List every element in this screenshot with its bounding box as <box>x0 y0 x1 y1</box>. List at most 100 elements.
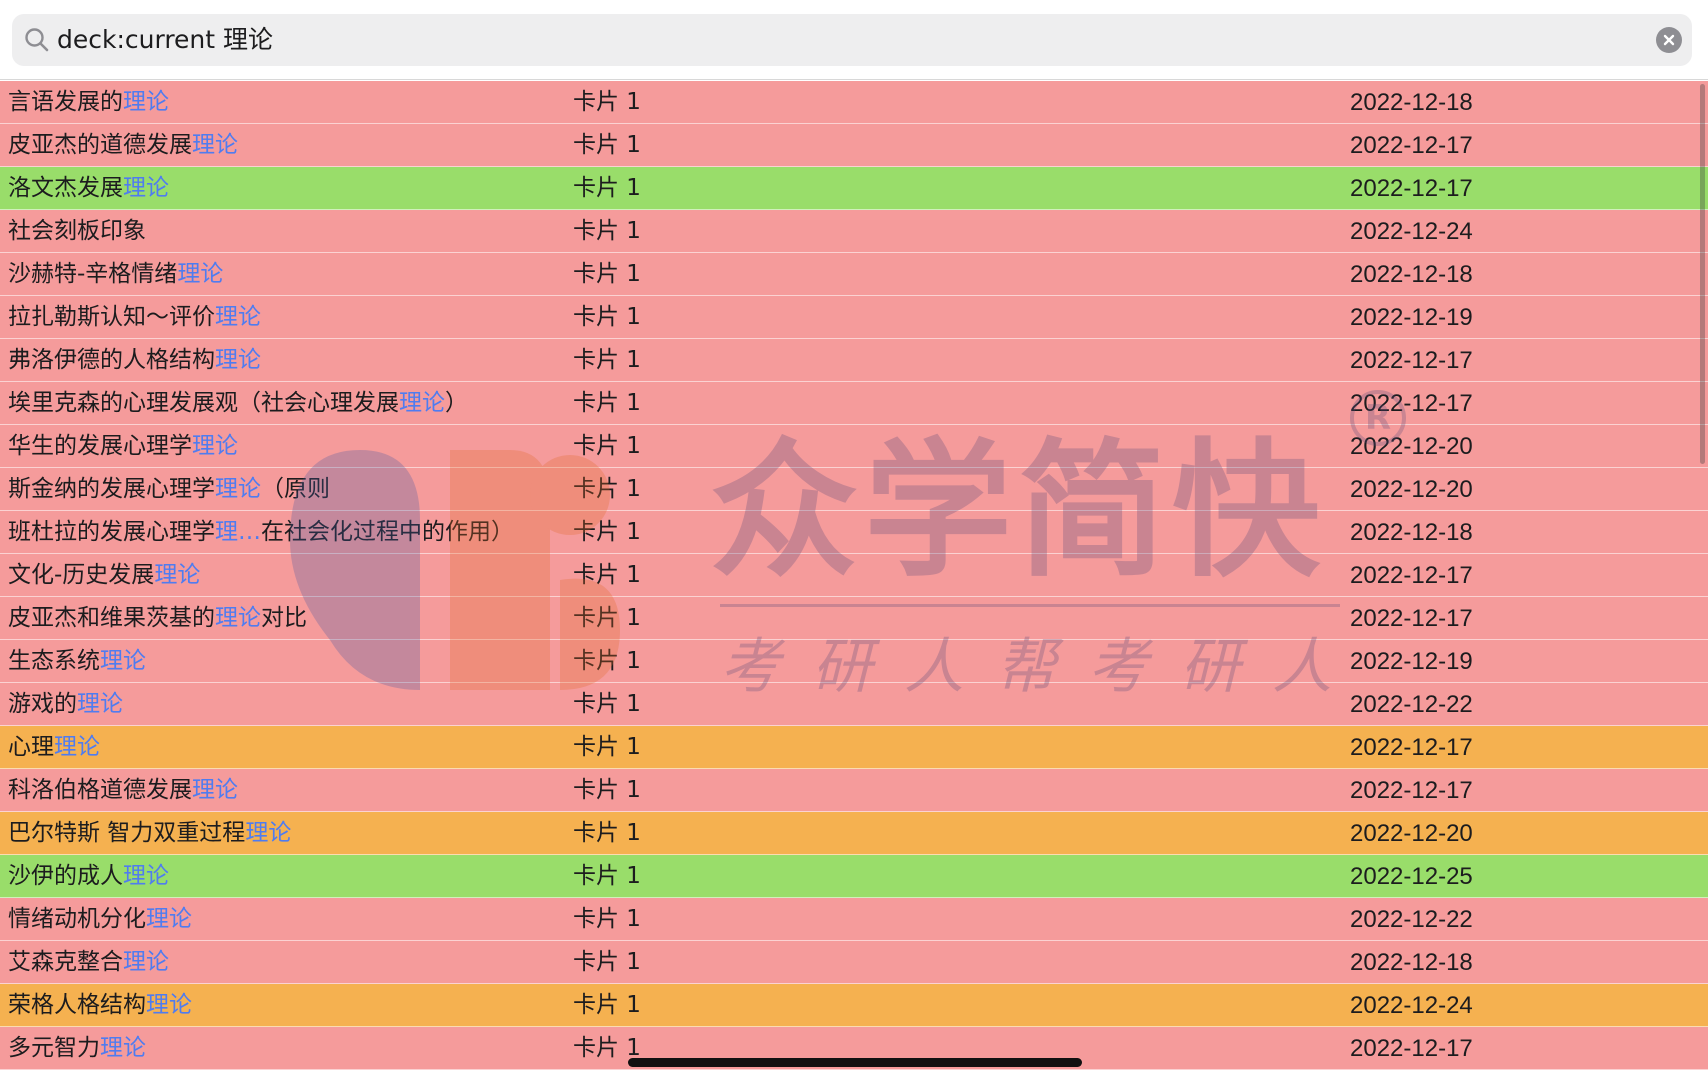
card-question: 华生的发展心理学理论 <box>8 425 568 468</box>
due-date: 2022-12-24 <box>1350 992 1473 1019</box>
card-question: 情绪动机分化理论 <box>8 898 568 941</box>
question-text: 游戏的 <box>8 691 77 717</box>
due-date: 2022-12-24 <box>1350 218 1473 245</box>
table-row[interactable]: 华生的发展心理学理论 卡片 1 2022-12-20 <box>0 425 1708 468</box>
card-type: 卡片 1 <box>573 132 641 158</box>
card-question: 班杜拉的发展心理学理…在社会化过程中的作用） <box>8 511 568 554</box>
scrollbar[interactable] <box>1700 84 1705 464</box>
table-row[interactable]: 皮亚杰的道德发展理论 卡片 1 2022-12-17 <box>0 124 1708 167</box>
due-date: 2022-12-18 <box>1350 519 1473 546</box>
due-date: 2022-12-17 <box>1350 734 1473 761</box>
question-text: 沙赫特-辛格情绪 <box>8 261 178 287</box>
question-text: 心理 <box>8 734 54 760</box>
card-browser: deck:current 理论 言语发展的理论 卡片 1 2022-12-18 皮亚杰… <box>0 0 1708 1080</box>
question-text: 荣格人格结构 <box>8 992 146 1018</box>
question-text: 情绪动机分化 <box>8 906 146 932</box>
table-row[interactable]: 科洛伯格道德发展理论 卡片 1 2022-12-17 <box>0 769 1708 812</box>
table-row[interactable]: 斯金纳的发展心理学理论（原则 卡片 1 2022-12-20 <box>0 468 1708 511</box>
search-icon <box>22 25 52 55</box>
table-row[interactable]: 弗洛伊德的人格结构理论 卡片 1 2022-12-17 <box>0 339 1708 382</box>
search-match-highlight: 理论 <box>100 1035 146 1061</box>
table-row[interactable]: 生态系统理论 卡片 1 2022-12-19 <box>0 640 1708 683</box>
question-text: ） <box>445 390 468 416</box>
card-type: 卡片 1 <box>573 304 641 330</box>
table-row[interactable]: 社会刻板印象 卡片 1 2022-12-24 <box>0 210 1708 253</box>
question-text: 沙伊的成人 <box>8 863 123 889</box>
card-type: 卡片 1 <box>573 347 641 373</box>
table-row[interactable]: 皮亚杰和维果茨基的理论对比 卡片 1 2022-12-17 <box>0 597 1708 640</box>
search-match-highlight: 理论 <box>192 132 238 158</box>
card-type: 卡片 1 <box>573 992 641 1018</box>
search-field[interactable]: deck:current 理论 <box>12 14 1692 66</box>
due-date: 2022-12-18 <box>1350 89 1473 116</box>
table-row[interactable]: 拉扎勒斯认知～评价理论 卡片 1 2022-12-19 <box>0 296 1708 339</box>
question-text: （原则 <box>261 476 330 502</box>
question-text: 巴尔特斯 智力双重过程 <box>8 820 246 846</box>
card-question: 言语发展的理论 <box>8 81 568 124</box>
table-row[interactable]: 埃里克森的心理发展观（社会心理发展理论） 卡片 1 2022-12-17 <box>0 382 1708 425</box>
table-row[interactable]: 巴尔特斯 智力双重过程理论 卡片 1 2022-12-20 <box>0 812 1708 855</box>
table-row[interactable]: 心理理论 卡片 1 2022-12-17 <box>0 726 1708 769</box>
card-question: 生态系统理论 <box>8 640 568 683</box>
card-question: 科洛伯格道德发展理论 <box>8 769 568 812</box>
question-text: 言语发展的 <box>8 89 123 115</box>
card-type: 卡片 1 <box>573 906 641 932</box>
due-date: 2022-12-22 <box>1350 906 1473 933</box>
card-list[interactable]: 言语发展的理论 卡片 1 2022-12-18 皮亚杰的道德发展理论 卡片 1 2022-… <box>0 81 1708 1080</box>
table-row[interactable]: 情绪动机分化理论 卡片 1 2022-12-22 <box>0 898 1708 941</box>
search-match-highlight: 理论 <box>192 433 238 459</box>
card-question: 沙赫特-辛格情绪理论 <box>8 253 568 296</box>
card-question: 埃里克森的心理发展观（社会心理发展理论） <box>8 382 568 425</box>
search-match-highlight: 理论 <box>154 562 201 588</box>
due-date: 2022-12-19 <box>1350 648 1473 675</box>
table-row[interactable]: 艾森克整合理论 卡片 1 2022-12-18 <box>0 941 1708 984</box>
card-question: 艾森克整合理论 <box>8 941 568 984</box>
question-text: 洛文杰发展 <box>8 175 123 201</box>
search-match-highlight: 理论 <box>123 949 169 975</box>
table-row[interactable]: 荣格人格结构理论 卡片 1 2022-12-24 <box>0 984 1708 1027</box>
question-text: 在社会化过程中的作用） <box>261 519 514 545</box>
card-question: 多元智力理论 <box>8 1027 568 1070</box>
card-question: 斯金纳的发展心理学理论（原则 <box>8 468 568 511</box>
search-match-highlight: 理论 <box>215 304 261 330</box>
card-question: 荣格人格结构理论 <box>8 984 568 1027</box>
due-date: 2022-12-20 <box>1350 820 1473 847</box>
due-date: 2022-12-17 <box>1350 175 1473 202</box>
due-date: 2022-12-20 <box>1350 476 1473 503</box>
question-text: 弗洛伊德的人格结构 <box>8 347 215 373</box>
clear-search-button[interactable] <box>1656 27 1682 53</box>
table-row[interactable]: 文化-历史发展理论 卡片 1 2022-12-17 <box>0 554 1708 597</box>
card-type: 卡片 1 <box>573 734 641 760</box>
question-text: 皮亚杰和维果茨基的 <box>8 605 215 631</box>
question-text: 班杜拉的发展心理学 <box>8 519 215 545</box>
home-indicator[interactable] <box>628 1058 1082 1067</box>
table-row[interactable]: 言语发展的理论 卡片 1 2022-12-18 <box>0 81 1708 124</box>
table-row[interactable]: 班杜拉的发展心理学理…在社会化过程中的作用） 卡片 1 2022-12-18 <box>0 511 1708 554</box>
question-text: 埃里克森的心理发展观（社会心理发展 <box>8 390 399 416</box>
question-text: 华生的发展心理学 <box>8 433 192 459</box>
table-row[interactable]: 游戏的理论 卡片 1 2022-12-22 <box>0 683 1708 726</box>
search-match-highlight: 理论 <box>77 691 123 717</box>
card-question: 文化-历史发展理论 <box>8 554 568 597</box>
due-date: 2022-12-18 <box>1350 949 1473 976</box>
table-row[interactable]: 沙赫特-辛格情绪理论 卡片 1 2022-12-18 <box>0 253 1708 296</box>
table-row[interactable]: 沙伊的成人理论 卡片 1 2022-12-25 <box>0 855 1708 898</box>
search-match-highlight: 理论 <box>123 89 169 115</box>
card-question: 皮亚杰和维果茨基的理论对比 <box>8 597 568 640</box>
card-type: 卡片 1 <box>573 562 641 588</box>
due-date: 2022-12-18 <box>1350 261 1473 288</box>
due-date: 2022-12-17 <box>1350 390 1473 417</box>
card-question: 社会刻板印象 <box>8 210 568 253</box>
card-type: 卡片 1 <box>573 691 641 717</box>
due-date: 2022-12-17 <box>1350 347 1473 374</box>
question-text: 社会刻板印象 <box>8 218 146 244</box>
card-type: 卡片 1 <box>573 648 641 674</box>
table-row[interactable]: 洛文杰发展理论 卡片 1 2022-12-17 <box>0 167 1708 210</box>
card-type: 卡片 1 <box>573 476 641 502</box>
card-type: 卡片 1 <box>573 175 641 201</box>
search-match-highlight: 理论 <box>100 648 146 674</box>
search-input[interactable]: deck:current 理论 <box>57 14 273 66</box>
card-type: 卡片 1 <box>573 605 641 631</box>
due-date: 2022-12-19 <box>1350 304 1473 331</box>
search-match-highlight: 理… <box>215 519 261 545</box>
